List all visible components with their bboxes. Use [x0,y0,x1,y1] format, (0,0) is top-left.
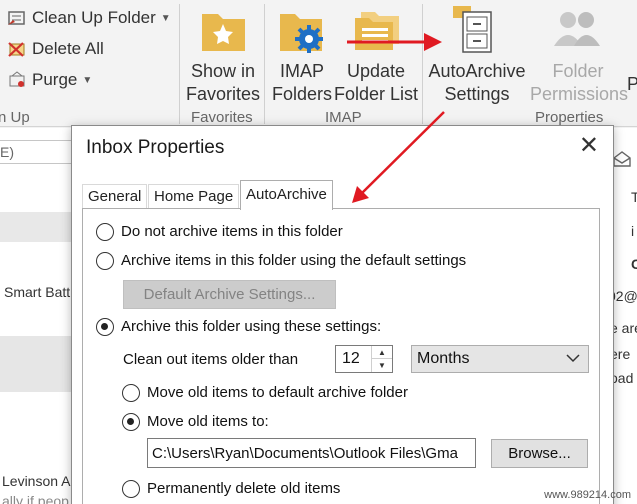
move-old-items-label: Move old items to: [147,413,269,430]
imap-folders-icon [271,4,333,60]
clean-out-label: Clean out items older than [123,351,299,368]
inbox-properties-dialog: Inbox Properties ✕ General Home Page Aut… [71,125,614,504]
purge-button[interactable]: Purge ▼ [6,67,92,93]
favorite-folder-icon [186,4,260,60]
do-not-archive-label: Do not archive items in this folder [121,223,343,240]
chevron-down-icon: ▼ [160,12,171,24]
autoarchive-settings-line1: AutoArchive [428,61,526,81]
autoarchive-settings-button[interactable]: AutoArchive Settings [427,4,527,106]
delete-icon [6,39,28,59]
clean-up-group-label: n Up [0,109,30,126]
list-header-band [0,212,75,242]
tab-general[interactable]: General [82,184,148,209]
reading-text: i [631,223,635,239]
permissions-users-icon [530,4,626,60]
clean-up-folder-button[interactable]: Clean Up Folder ▼ [6,5,171,31]
chevron-down-icon [566,352,580,366]
archive-these-settings-label: Archive this folder using these settings… [121,318,382,335]
imap-group-label: IMAP [325,109,362,126]
show-in-favorites-line1: Show in [190,61,256,81]
list-item[interactable]: Smart Batt [4,284,70,300]
move-old-items-radio[interactable] [122,413,140,431]
update-folder-list-button[interactable]: Update Folder List [333,4,419,106]
folder-permissions-button[interactable]: Folder Permissions [530,4,629,106]
reading-text: e are [610,320,637,336]
autoarchive-settings-line2: Settings [444,84,510,104]
show-in-favorites-button[interactable]: Show in Favorites [186,4,260,106]
default-archive-settings-button[interactable]: Default Archive Settings... [123,280,336,309]
tab-home-page[interactable]: Home Page [148,184,240,209]
reading-text: C [631,256,637,272]
message-list-pane: E) Smart Batt Levinson Al ally if peop [0,128,75,504]
permanently-delete-label: Permanently delete old items [147,480,341,497]
ribbon-separator [179,4,180,124]
archive-path-field[interactable]: C:\Users\Ryan\Documents\Outlook Files\Gm… [147,438,476,468]
imap-folders-line1: IMAP [279,61,324,81]
tab-autoarchive[interactable]: AutoArchive [240,180,333,210]
search-fragment: E) [0,144,14,160]
archive-these-settings-radio[interactable] [96,318,114,336]
chevron-down-icon: ▼ [82,74,93,86]
clean-up-folder-label: Clean Up Folder [32,8,156,27]
reading-text: T [631,189,637,205]
folder-permissions-line2: Permissions [530,84,629,104]
ribbon-separator [264,4,265,124]
dialog-title: Inbox Properties [86,137,225,158]
clean-out-age-value: 12 [342,350,360,367]
delete-all-button[interactable]: Delete All [6,36,104,62]
reply-icon[interactable] [612,150,634,171]
clean-up-icon [6,8,28,28]
archive-cabinet-icon [427,4,527,60]
ribbon: Clean Up Folder ▼ Delete All Purge ▼ n U… [0,0,637,127]
do-not-archive-radio[interactable] [96,223,114,241]
update-folder-list-line1: Update [346,61,406,81]
purge-icon [6,70,28,90]
move-default-folder-radio[interactable] [122,384,140,402]
move-default-folder-label: Move old items to default archive folder [147,384,408,401]
archive-path-value: C:\Users\Ryan\Documents\Outlook Files\Gm… [152,445,458,462]
show-in-favorites-line2: Favorites [186,84,261,104]
search-box[interactable]: E) [0,140,75,164]
imap-folders-button[interactable]: IMAP Folders [271,4,333,106]
clean-out-age-stepper[interactable]: 12 ▲ ▼ [335,345,393,373]
folder-list-icon [333,4,419,60]
delete-all-label: Delete All [32,39,104,58]
list-item-preview: ally if peop [2,493,69,504]
period-value: Months [417,350,470,367]
cut-off-ribbon-text: P [627,74,637,94]
stepper-down-icon[interactable]: ▼ [372,359,392,372]
selected-list-item[interactable] [0,336,75,392]
update-folder-list-line2: Folder List [333,84,419,104]
favorites-group-label: Favorites [191,109,253,126]
archive-default-radio[interactable] [96,252,114,270]
properties-group-label: Properties [535,109,604,126]
period-select[interactable]: Months [411,345,589,373]
folder-permissions-line1: Folder [552,61,604,81]
close-icon[interactable]: ✕ [579,134,599,158]
imap-folders-line2: Folders [271,84,333,104]
archive-default-label: Archive items in this folder using the d… [121,252,467,269]
stepper-arrows: ▲ ▼ [371,346,392,372]
browse-button[interactable]: Browse... [491,439,588,468]
ribbon-separator [422,4,423,124]
autoarchive-panel: Do not archive items in this folder Arch… [82,208,600,504]
permanently-delete-radio[interactable] [122,480,140,498]
list-item[interactable]: Levinson Al [2,473,74,489]
watermark: www.989214.com [544,489,631,501]
stepper-up-icon[interactable]: ▲ [372,346,392,359]
purge-label: Purge [32,70,78,89]
